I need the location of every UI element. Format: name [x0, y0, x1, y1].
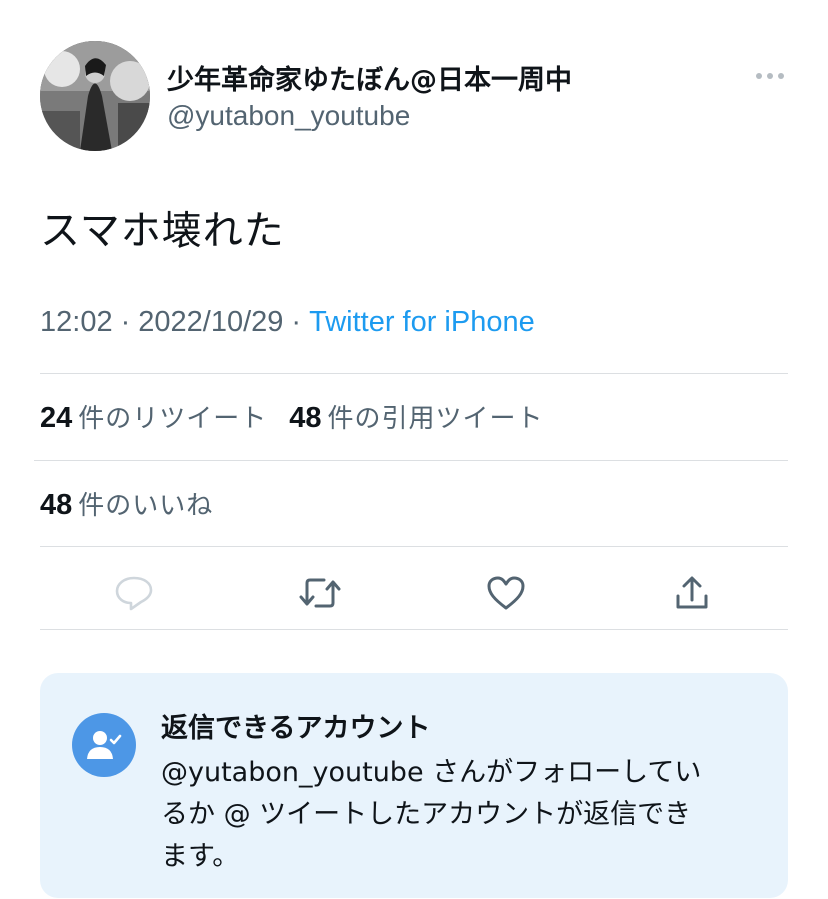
reply-button[interactable]	[112, 571, 156, 615]
divider	[40, 629, 788, 630]
avatar[interactable]	[40, 41, 150, 151]
user-handle[interactable]: @yutabon_youtube	[167, 100, 410, 132]
reply-restriction-line: るか @ ツイートしたアカウントが返信でき	[161, 799, 692, 830]
user-check-icon	[87, 731, 122, 759]
reply-restriction-line: @yutabon_youtube さんがフォローしてい	[161, 757, 702, 788]
retweets-label: 件のリツイート	[78, 404, 268, 434]
tweet-source-link[interactable]: Twitter for iPhone	[309, 306, 535, 339]
stats-row: 24 件のリツイート 48 件の引用ツイート	[40, 398, 566, 435]
retweet-icon	[299, 578, 341, 608]
retweets-stat[interactable]: 24 件のリツイート	[40, 398, 267, 435]
meta-separator: ·	[120, 306, 131, 338]
quotes-label: 件の引用ツイート	[327, 404, 544, 434]
meta-separator: ·	[291, 306, 302, 338]
share-button[interactable]	[670, 571, 714, 615]
likes-stat[interactable]: 48 件のいいね	[40, 485, 213, 522]
quotes-stat[interactable]: 48 件の引用ツイート	[289, 398, 543, 435]
tweet-meta: 12:02 · 2022/10/29 · Twitter for iPhone	[40, 306, 535, 339]
likes-row: 48 件のいいね	[40, 485, 235, 522]
retweet-button[interactable]	[298, 571, 342, 615]
more-options-button[interactable]	[750, 62, 790, 90]
likes-count: 48	[40, 489, 73, 521]
reply-restriction-title: 返信できるアカウント	[161, 713, 431, 744]
divider	[40, 373, 788, 374]
quotes-count: 48	[289, 402, 322, 434]
like-button[interactable]	[484, 571, 528, 615]
share-icon	[676, 576, 708, 609]
reply-restriction-text: @yutabon_youtube さんがフォローしてい るか @ ツイートしたア…	[161, 752, 761, 878]
tweet-time: 12:02	[40, 306, 113, 338]
reply-restriction-icon-badge	[72, 713, 136, 777]
reply-icon	[115, 576, 153, 611]
more-dots-icon	[756, 73, 784, 79]
like-icon	[487, 576, 525, 610]
display-name[interactable]: 少年革命家ゆたぼん@日本一周中	[167, 58, 572, 97]
divider	[34, 460, 788, 461]
reply-restriction-line: ます。	[161, 841, 240, 872]
avatar-image	[40, 41, 150, 151]
divider	[40, 546, 788, 547]
likes-label: 件のいいね	[78, 491, 214, 521]
tweet-text: スマホ壊れた	[40, 208, 285, 254]
tweet-date: 2022/10/29	[138, 306, 284, 338]
retweets-count: 24	[40, 402, 73, 434]
